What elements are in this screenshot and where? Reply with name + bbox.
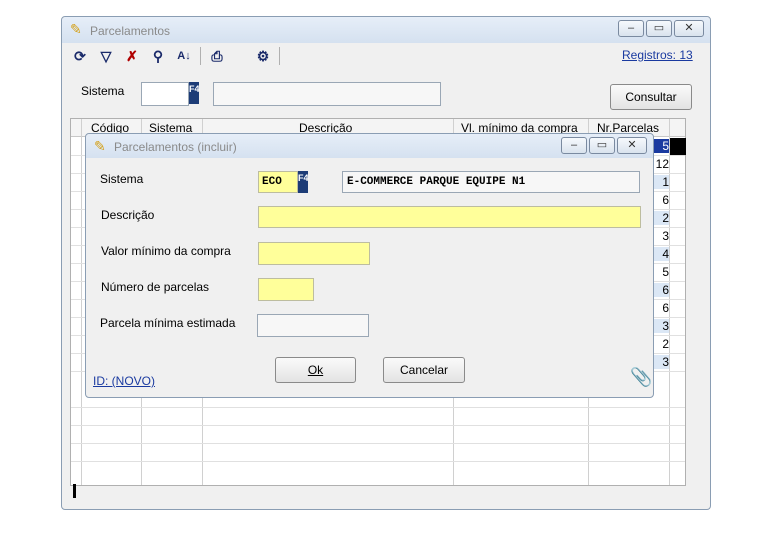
dialog-sistema-input[interactable]: ECO [258, 171, 298, 193]
numero-parcelas-label: Número de parcelas [101, 280, 210, 294]
ok-button[interactable]: Ok [275, 357, 356, 383]
valor-minimo-label: Valor mínimo da compra [101, 244, 231, 258]
app-icon: ✎ [70, 21, 82, 37]
parcela-minima-label: Parcela mínima estimada [100, 316, 236, 330]
dialog-minimize-button[interactable]: – [561, 137, 587, 154]
grid-row-line [71, 425, 685, 426]
dialog-app-icon: ✎ [94, 138, 106, 154]
valor-minimo-input[interactable] [258, 242, 370, 265]
sort-az-icon[interactable]: A↓ [174, 46, 194, 66]
toolbar-separator [200, 47, 201, 65]
main-titlebar: ✎ Parcelamentos – ▭ ✕ [62, 17, 710, 43]
descricao-input[interactable] [258, 206, 641, 228]
selected-row-marker [670, 138, 686, 155]
f4-button[interactable]: F4 [189, 82, 200, 104]
dialog-sistema-desc-value: E-COMMERCE PARQUE EQUIPE N1 [347, 176, 526, 188]
maximize-button[interactable]: ▭ [646, 20, 672, 37]
grid-row-line [71, 407, 685, 408]
dialog-f4-button[interactable]: F4 [298, 171, 309, 193]
dialog-window-controls: – ▭ ✕ [561, 137, 647, 154]
include-dialog: ✎ Parcelamentos (incluir) – ▭ ✕ Sistema … [85, 133, 654, 398]
print-icon[interactable]: ⎙ [207, 46, 227, 66]
paperclip-icon[interactable]: 📎 [630, 367, 652, 388]
window-controls: – ▭ ✕ [618, 20, 704, 37]
ok-label: Ok [307, 363, 324, 377]
grid-row-line [71, 443, 685, 444]
refresh-icon[interactable]: ⟳ [70, 46, 90, 66]
search-icon[interactable]: ⚲ [148, 46, 168, 66]
consultar-button[interactable]: Consultar [610, 84, 692, 110]
toolbar: ⟳ ▽ ✗ ⚲ A↓ ⎙ ⚙ [70, 45, 280, 67]
grid-scrollbar-marker[interactable] [73, 484, 76, 498]
descricao-label: Descrição [101, 208, 155, 222]
close-button[interactable]: ✕ [674, 20, 704, 37]
dialog-maximize-button[interactable]: ▭ [589, 137, 615, 154]
dialog-titlebar: ✎ Parcelamentos (incluir) – ▭ ✕ [86, 134, 653, 158]
parcela-minima-field [257, 314, 369, 337]
clear-filter-icon[interactable]: ✗ [122, 46, 142, 66]
registros-link[interactable]: Registros: 13 [622, 48, 693, 62]
settings-icon[interactable]: ⚙ [253, 46, 273, 66]
dialog-sistema-label: Sistema [100, 172, 144, 186]
sistema-label: Sistema [81, 84, 125, 98]
dialog-close-button[interactable]: ✕ [617, 137, 647, 154]
dialog-sistema-desc: E-COMMERCE PARQUE EQUIPE N1 [342, 171, 640, 193]
minimize-button[interactable]: – [618, 20, 644, 37]
toolbar-separator [279, 47, 280, 65]
dialog-sistema-value: ECO [262, 176, 282, 188]
grid-row-line [71, 461, 685, 462]
main-title: Parcelamentos [90, 24, 171, 38]
dialog-title: Parcelamentos (incluir) [114, 140, 237, 154]
sistema-desc-field [213, 82, 441, 106]
sistema-input[interactable] [141, 82, 189, 106]
cancelar-button[interactable]: Cancelar [383, 357, 465, 383]
numero-parcelas-input[interactable] [258, 278, 314, 301]
id-link[interactable]: ID: (NOVO) [93, 374, 155, 388]
filter-icon[interactable]: ▽ [96, 46, 116, 66]
